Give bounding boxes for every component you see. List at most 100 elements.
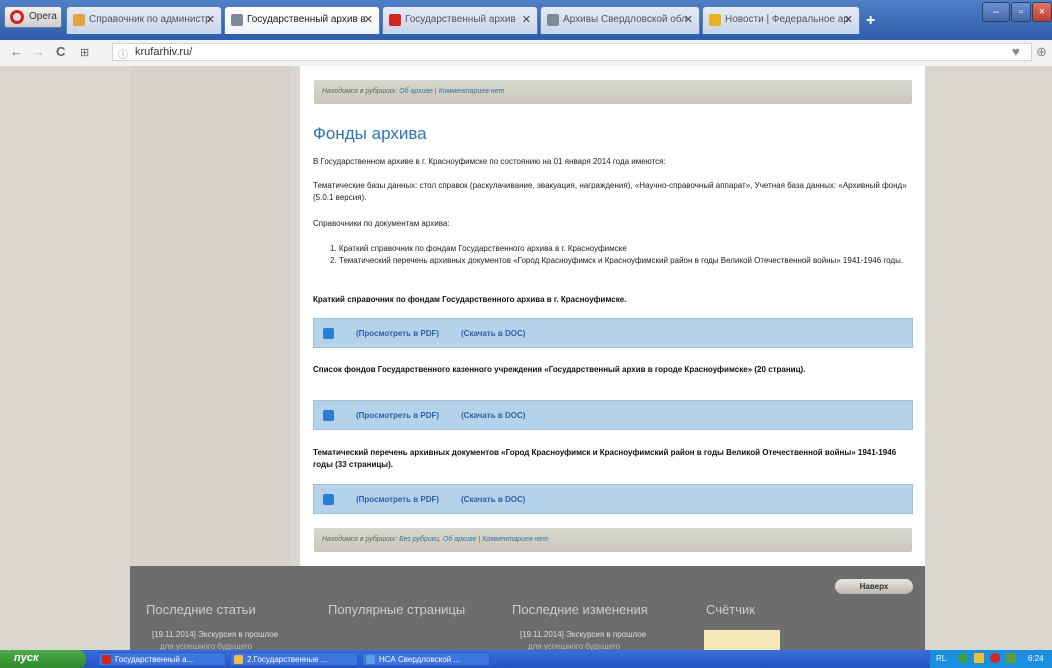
browser-titlebar: Opera Справочник по администр ✕ Государс… [0, 0, 1052, 40]
breadcrumb-link[interactable]: Об архиве [399, 88, 433, 95]
minimize-button[interactable]: – [982, 2, 1010, 22]
footer-heading: Счётчик [706, 602, 755, 617]
opera-tray-icon[interactable] [990, 653, 1000, 663]
view-pdf-link[interactable]: (Просмотреть в PDF) [356, 495, 439, 504]
document-icon [323, 494, 334, 505]
url-text: krufarhiv.ru/ [135, 46, 193, 58]
close-window-button[interactable]: × [1032, 2, 1052, 22]
address-field[interactable]: ⓘ krufarhiv.ru/ [112, 43, 1032, 61]
breadcrumb-link[interactable]: Без рубрики [399, 536, 439, 543]
intro-text: В Государственном архиве в г. Красноуфим… [313, 157, 666, 166]
opera-icon [102, 655, 111, 664]
heart-icon[interactable]: ♥ [1012, 44, 1020, 59]
page-title: Фонды архива [313, 124, 427, 143]
task-label: 2.Государственные ... [247, 655, 328, 664]
tab-close-icon[interactable]: ✕ [844, 13, 853, 26]
clock: 6:24 [1028, 654, 1044, 663]
breadcrumb: Находимся в рубриках: Без рубрики, Об ар… [314, 528, 912, 552]
language-indicator[interactable]: RL [936, 654, 946, 663]
tab-favicon-icon [73, 14, 85, 26]
download-doc-link[interactable]: (Скачать в DOC) [461, 495, 525, 504]
opera-menu-label: Opera [29, 11, 57, 22]
start-button[interactable]: пуск [0, 650, 86, 668]
comments-link[interactable]: Комментариев нет [482, 536, 548, 543]
task-label: Государственный а... [115, 655, 194, 664]
recent-article-link[interactable]: [19.11.2014] Экскурсия в прошлое [152, 630, 278, 639]
footer-heading: Последние статьи [146, 602, 256, 617]
tab-favicon-icon [709, 14, 721, 26]
left-sidebar [130, 66, 290, 566]
guides-label: Справочники по документам архива: [313, 219, 450, 228]
recent-article-sub: для успешного будущего [160, 642, 253, 650]
taskbar-task[interactable]: Государственный а... [98, 652, 226, 666]
recent-change-link[interactable]: [19.11.2014] Экскурсия в прошлое [520, 630, 646, 639]
list-item: 1. Краткий справочник по фондам Государс… [330, 244, 627, 253]
download-bar: (Просмотреть в PDF) (Скачать в DOC) [313, 318, 913, 348]
breadcrumb-prefix: Находимся в рубриках: [322, 536, 398, 543]
address-toolbar: ← → C ⊞ ⓘ krufarhiv.ru/ ♥ ⊕ [0, 40, 1052, 67]
tab-close-icon[interactable]: ✕ [684, 13, 693, 26]
tab-favicon-icon [547, 14, 559, 26]
reload-icon[interactable]: C [56, 44, 65, 59]
section-title: Краткий справочник по фондам Государстве… [313, 295, 627, 304]
visit-counter-widget [704, 630, 780, 650]
tray-icon[interactable] [974, 653, 984, 663]
maximize-button[interactable]: ▫ [1011, 2, 1031, 22]
task-label: НСА Свердловской ... [379, 655, 461, 664]
opera-menu-button[interactable]: Opera [4, 6, 62, 28]
databases-text: Тематические базы данных: стол справок (… [313, 181, 907, 202]
taskbar-task[interactable]: 2.Государственные ... [230, 652, 358, 666]
view-pdf-link[interactable]: (Просмотреть в PDF) [356, 329, 439, 338]
browser-tab[interactable]: Государственный архив ✕ [382, 6, 538, 34]
tab-close-icon[interactable]: ✕ [206, 13, 215, 26]
browser-tab[interactable]: Архивы Свердловской обл ✕ [540, 6, 700, 34]
list-item: 2. Тематический перечень архивных докуме… [330, 256, 904, 265]
document-icon [323, 410, 334, 421]
folder-icon [234, 655, 243, 664]
download-doc-link[interactable]: (Скачать в DOC) [461, 411, 525, 420]
tab-label: Государственный архив в [247, 14, 366, 25]
download-bar: (Просмотреть в PDF) (Скачать в DOC) [313, 400, 913, 430]
browser-tab[interactable]: Справочник по администр ✕ [66, 6, 222, 34]
site-footer: Наверх Последние статьи Популярные стран… [130, 566, 925, 650]
download-doc-link[interactable]: (Скачать в DOC) [461, 329, 525, 338]
tab-favicon-icon [389, 14, 401, 26]
breadcrumb: Находимся в рубриках: Об архиве | Коммен… [314, 80, 912, 104]
section-title: Тематический перечень архивных документо… [313, 448, 897, 469]
taskbar-task[interactable]: НСА Свердловской ... [362, 652, 490, 666]
section-title: Список фондов Государственного казенного… [313, 365, 806, 374]
back-to-top-button[interactable]: Наверх [835, 579, 913, 594]
browser-tab[interactable]: Новости | Федеральное ар ✕ [702, 6, 860, 34]
tab-label: Новости | Федеральное ар [725, 14, 849, 25]
tab-label: Архивы Свердловской обл [563, 14, 687, 25]
opera-logo-icon [10, 10, 24, 24]
document-icon [323, 328, 334, 339]
tab-label: Государственный архив [405, 14, 516, 25]
view-pdf-link[interactable]: (Просмотреть в PDF) [356, 411, 439, 420]
system-tray: RL 6:24 [930, 650, 1052, 668]
windows-taskbar: пуск Государственный а... 2.Государствен… [0, 650, 1052, 668]
recent-change-sub: для успешного будущего [528, 642, 621, 650]
tab-favicon-icon [231, 14, 243, 26]
breadcrumb-prefix: Находимся в рубриках: [322, 88, 398, 95]
new-tab-button[interactable]: + [866, 12, 875, 30]
tray-icon[interactable] [958, 653, 968, 663]
site-info-icon[interactable]: ⓘ [118, 46, 128, 61]
back-arrow-icon[interactable]: ← [10, 44, 23, 59]
breadcrumb-link[interactable]: Об архиве [443, 536, 477, 543]
web-page: Находимся в рубриках: Об архиве | Коммен… [0, 66, 1052, 650]
speed-dial-icon[interactable]: ⊞ [80, 46, 89, 59]
footer-heading: Популярные страницы [328, 602, 466, 617]
tab-close-icon[interactable]: ✕ [364, 13, 373, 26]
main-content: Находимся в рубриках: Об архиве | Коммен… [300, 66, 925, 566]
tab-close-icon[interactable]: ✕ [522, 13, 531, 26]
window-icon [366, 655, 375, 664]
browser-tab-active[interactable]: Государственный архив в ✕ [224, 6, 380, 34]
footer-heading: Последние изменения [512, 602, 648, 617]
comments-link[interactable]: Комментариев нет [439, 88, 505, 95]
download-bar: (Просмотреть в PDF) (Скачать в DOC) [313, 484, 913, 514]
forward-arrow-icon[interactable]: → [32, 44, 45, 59]
tray-icon[interactable] [1006, 653, 1016, 663]
tab-label: Справочник по администр [89, 14, 211, 25]
download-icon[interactable]: ⊕ [1036, 44, 1047, 60]
